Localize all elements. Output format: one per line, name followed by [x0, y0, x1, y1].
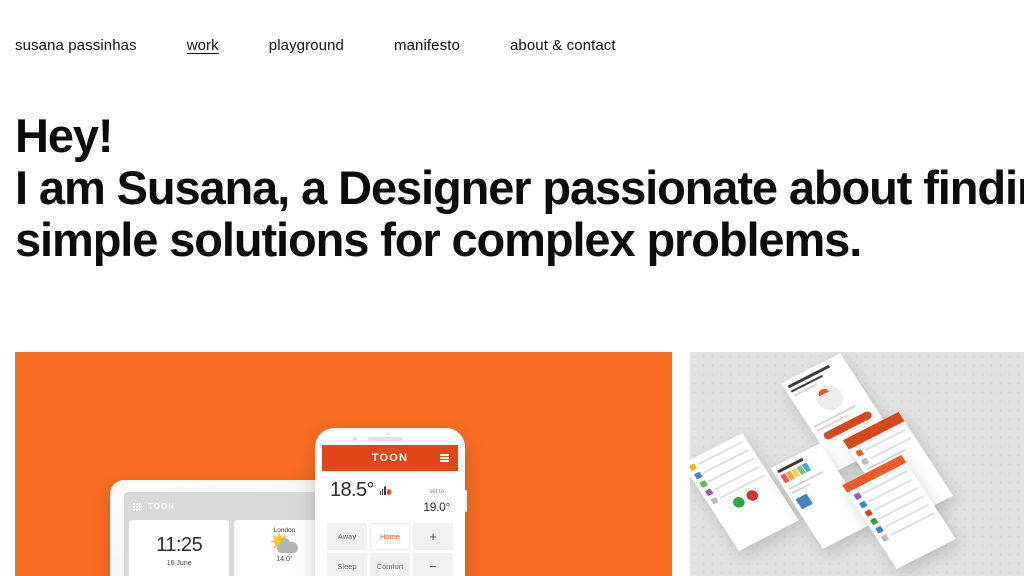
- hero-line-intro-2: simple solutions for complex problems.: [15, 213, 862, 266]
- set-to-label: set to: [429, 489, 445, 495]
- phone-current-temp: 18.5°: [330, 479, 375, 501]
- nav-item-susana-passinhas[interactable]: susana passinhas: [15, 37, 137, 54]
- phone-temp-increase-button[interactable]: +: [413, 523, 453, 550]
- grid-menu-icon[interactable]: [133, 502, 141, 511]
- app-screen-mockup: [842, 455, 956, 569]
- mode-button-comfort[interactable]: Comfort: [370, 553, 410, 576]
- nav-item-playground[interactable]: playground: [269, 37, 344, 54]
- phone-temperature-readout: 18.5° set to 19.0°: [322, 471, 458, 523]
- phone-sensor-dot: [386, 432, 389, 435]
- phone-camera-icon: [353, 437, 357, 441]
- hamburger-menu-icon[interactable]: [440, 454, 449, 462]
- nav-item-work[interactable]: work: [187, 37, 219, 54]
- sun-cloud-icon: [270, 536, 299, 553]
- phone-mockup: TOON 18.5° set to 19.0° Away Home + Slee…: [315, 428, 467, 576]
- project-card-row: TOON 11:25 16 June London 14.0° TOON 18.…: [0, 352, 1024, 576]
- hero-line-intro-1: I am Susana, a Designer passionate about…: [15, 161, 1024, 214]
- mode-button-sleep[interactable]: Sleep: [327, 553, 367, 576]
- weather-temp: 14.0°: [276, 556, 293, 563]
- nav-item-about-contact[interactable]: about & contact: [510, 37, 616, 54]
- weather-city: London: [273, 527, 296, 534]
- mode-button-away[interactable]: Away: [327, 523, 367, 550]
- clock-widget[interactable]: 11:25 16 June: [129, 520, 230, 576]
- app-screen-mockup: [690, 433, 799, 551]
- main-navigation: susana passinhas work playground manifes…: [0, 0, 1024, 62]
- clock-time: 11:25: [156, 534, 203, 556]
- nav-item-manifesto[interactable]: manifesto: [394, 37, 460, 54]
- phone-setpoint-block: set to 19.0°: [423, 480, 450, 516]
- phone-speaker: [368, 437, 402, 441]
- set-to-value: 19.0°: [423, 500, 450, 514]
- phone-side-button: [464, 490, 467, 512]
- project-card-toon-thermostat[interactable]: TOON 11:25 16 June London 14.0° TOON 18.…: [15, 352, 672, 576]
- mode-button-home[interactable]: Home: [370, 523, 410, 550]
- clock-date: 16 June: [166, 560, 192, 567]
- flame-bars-icon: [379, 486, 392, 495]
- tablet-app-title: TOON: [148, 502, 175, 511]
- phone-app-title: TOON: [371, 452, 409, 464]
- hero-heading: Hey! I am Susana, a Designer passionate …: [0, 62, 1024, 266]
- hero-line-greeting: Hey!: [15, 109, 114, 162]
- phone-app-bar: TOON: [322, 445, 458, 471]
- phone-temp-decrease-button[interactable]: −: [413, 553, 453, 576]
- phone-mode-grid: Away Home + Sleep Comfort −: [322, 523, 458, 576]
- phone-screen: TOON 18.5° set to 19.0° Away Home + Slee…: [322, 445, 458, 576]
- project-card-mobile-app-screens[interactable]: [690, 352, 1024, 576]
